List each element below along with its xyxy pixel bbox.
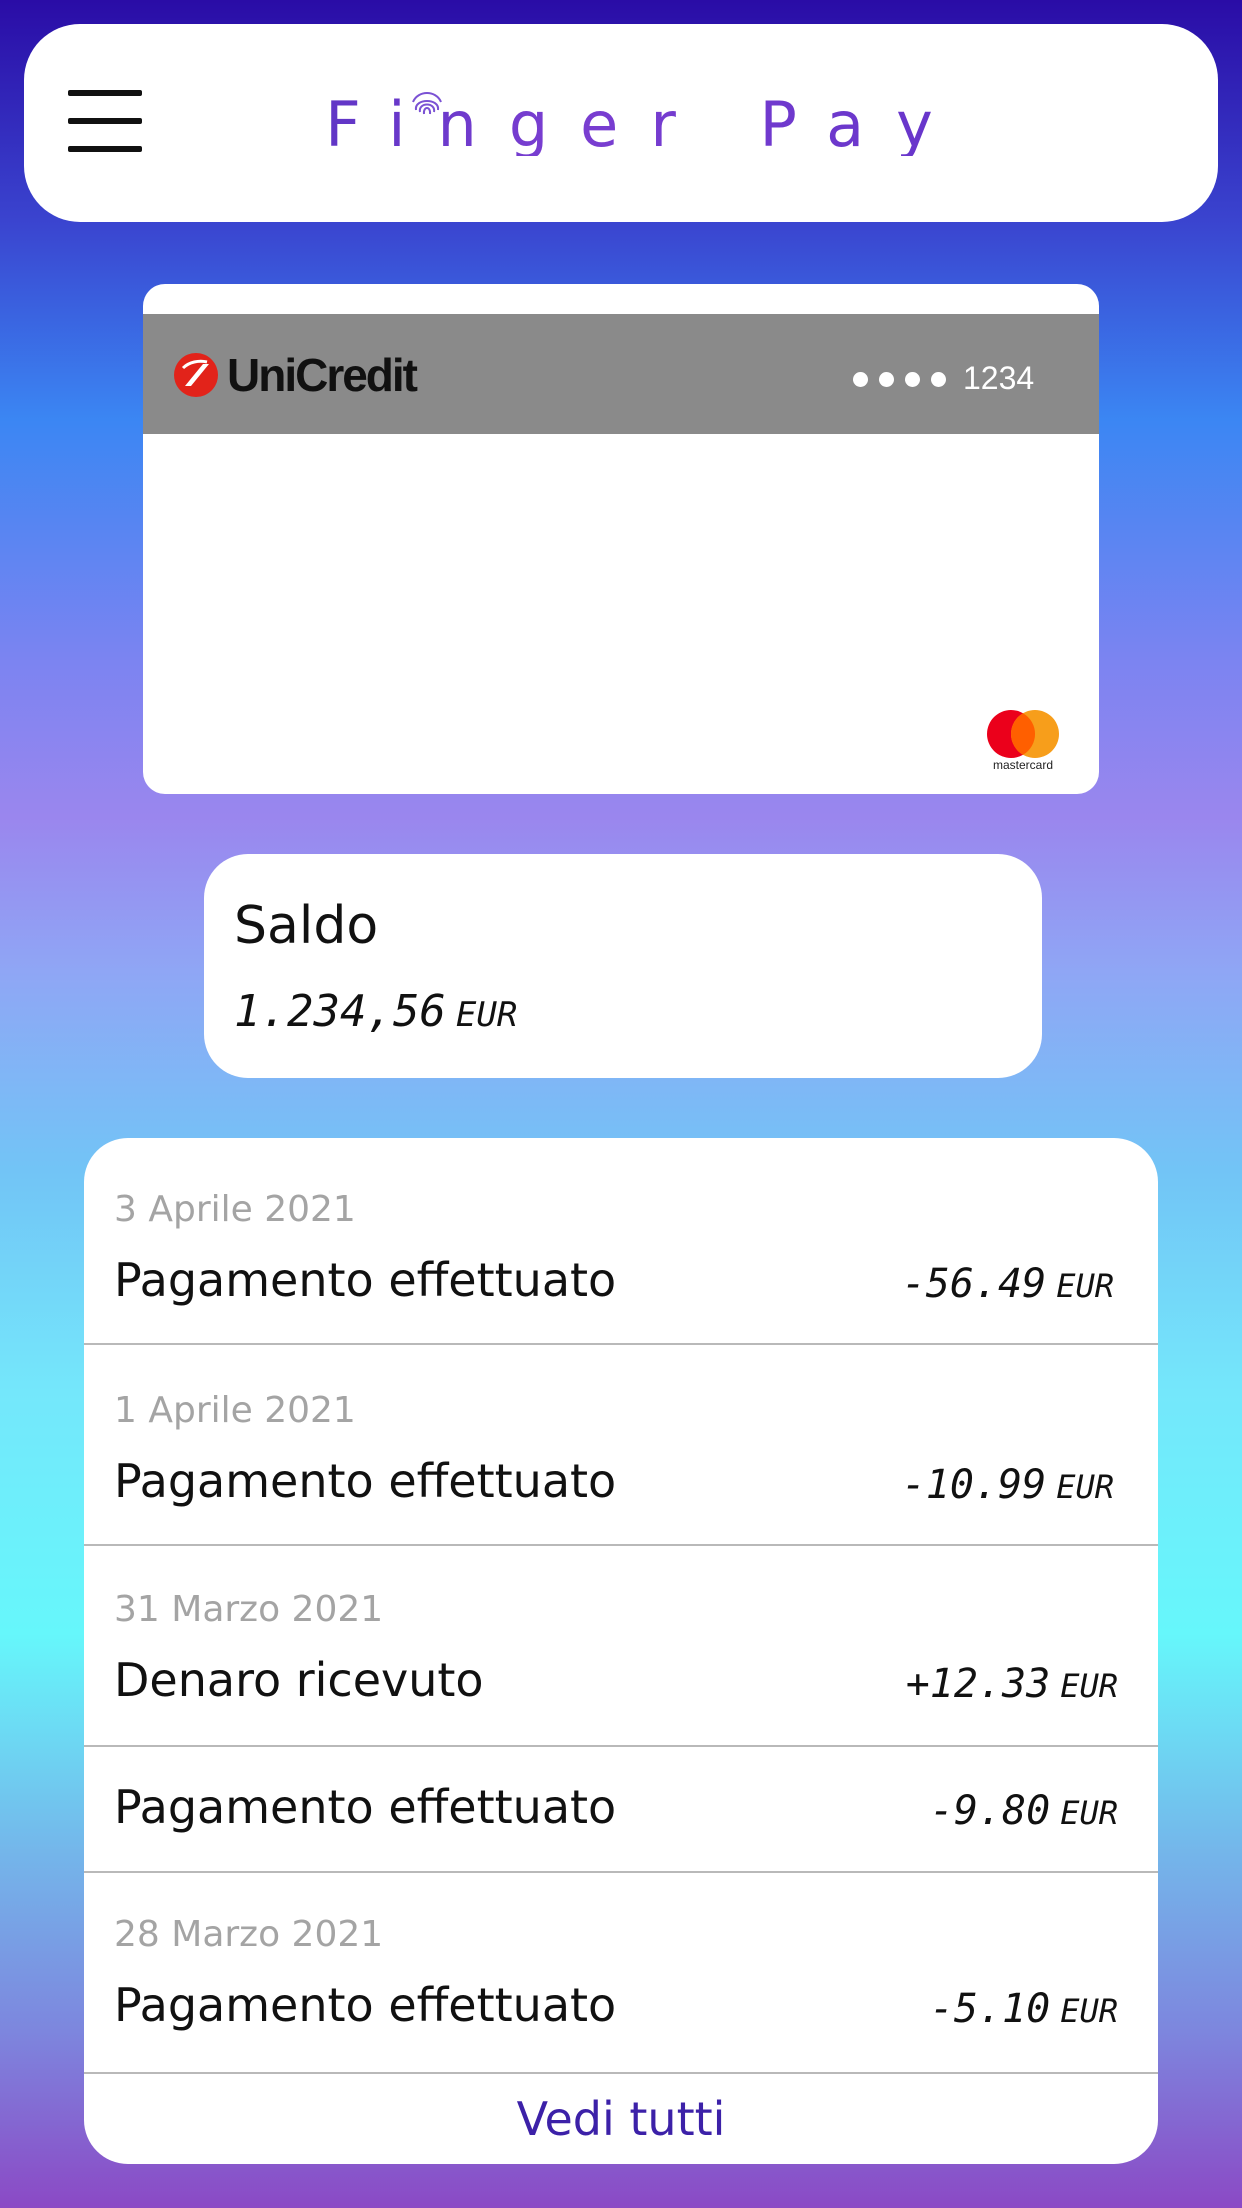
see-all-link[interactable]: Vedi tutti: [84, 2074, 1158, 2164]
transaction-currency: EUR: [1056, 1267, 1114, 1305]
transaction-currency: EUR: [1056, 1468, 1114, 1506]
transaction-amount: +12.33 EUR: [906, 1656, 1118, 1720]
app-title: Finger Pay: [24, 94, 1218, 156]
transaction-row[interactable]: 1 Aprile 2021 Pagamento effettuato -10.9…: [84, 1345, 1158, 1546]
transaction-amount-value: +12.33: [905, 1661, 1051, 1707]
transaction-currency: EUR: [1060, 1794, 1118, 1832]
transaction-row[interactable]: 31 Marzo 2021 Denaro ricevuto +12.33 EUR: [84, 1546, 1158, 1747]
transaction-description: Pagamento effettuato: [114, 1780, 617, 1834]
transaction-date: 1 Aprile 2021: [114, 1390, 356, 1431]
transaction-amount: -5.10 EUR: [930, 1981, 1118, 2045]
transaction-description: Pagamento effettuato: [114, 1454, 617, 1508]
card-number-mask: [853, 372, 957, 391]
balance-amount: 1.234,56: [234, 986, 446, 1037]
transaction-amount: -56.49 EUR: [902, 1256, 1114, 1320]
transaction-date: 28 Marzo 2021: [114, 1914, 384, 1955]
transaction-description: Pagamento effettuato: [114, 1978, 617, 2032]
transaction-row[interactable]: 3 Aprile 2021 Pagamento effettuato -56.4…: [84, 1138, 1158, 1345]
card-last-digits: 1234: [963, 360, 1035, 396]
transaction-amount-value: -5.10: [929, 1986, 1051, 2032]
transaction-currency: EUR: [1060, 1992, 1118, 2030]
unicredit-logo-icon: [174, 353, 218, 397]
card-header-band: UniCredit 1234: [143, 314, 1099, 434]
app-header: Finger Pay: [24, 24, 1218, 222]
transaction-currency: EUR: [1060, 1667, 1118, 1705]
transaction-row[interactable]: Pagamento effettuato -9.80 EUR: [84, 1747, 1158, 1873]
transaction-amount-value: -56.49: [901, 1261, 1047, 1307]
transaction-amount-value: -10.99: [901, 1462, 1047, 1508]
transaction-amount: -9.80 EUR: [930, 1783, 1118, 1847]
bank-name: UniCredit: [227, 349, 418, 401]
balance-currency: EUR: [455, 995, 518, 1035]
transaction-description: Denaro ricevuto: [114, 1653, 484, 1707]
transaction-amount-value: -9.80: [929, 1788, 1051, 1834]
transaction-row[interactable]: 28 Marzo 2021 Pagamento effettuato -5.10…: [84, 1873, 1158, 2074]
card-network-label: mastercard: [992, 758, 1054, 772]
balance-title: Saldo: [234, 896, 379, 956]
payment-card[interactable]: UniCredit 1234 mastercard: [143, 284, 1099, 794]
transaction-amount: -10.99 EUR: [902, 1457, 1114, 1521]
transaction-description: Pagamento effettuato: [114, 1253, 617, 1307]
balance-panel: Saldo 1.234,56 EUR: [204, 854, 1042, 1078]
balance-value: 1.234,56 EUR: [234, 984, 517, 1049]
mastercard-icon: [987, 710, 1059, 758]
transaction-date: 3 Aprile 2021: [114, 1189, 356, 1230]
transaction-date: 31 Marzo 2021: [114, 1589, 384, 1630]
transactions-list: 3 Aprile 2021 Pagamento effettuato -56.4…: [84, 1138, 1158, 2164]
